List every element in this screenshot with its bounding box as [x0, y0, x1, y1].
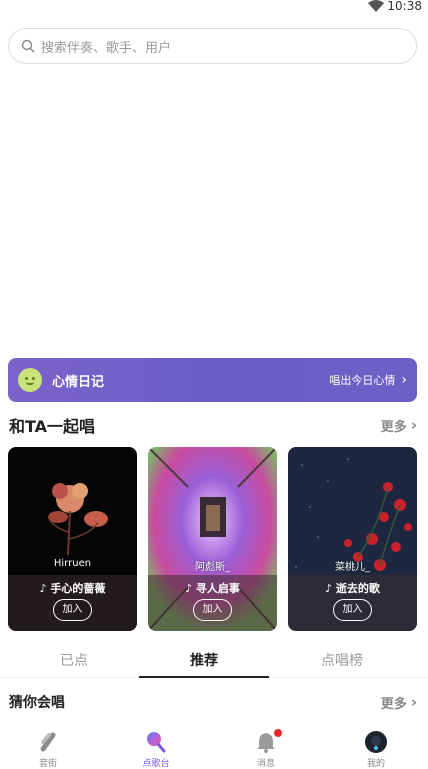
nav-label: 消息 — [256, 759, 275, 769]
more-button[interactable]: 更多 › — [381, 416, 417, 435]
mood-diary-cta-label: 唱出今日心情 — [329, 374, 396, 387]
wifi-icon — [368, 0, 384, 12]
mood-diary-title: 心情日记 — [52, 374, 105, 390]
status-time: 10:38 — [387, 0, 422, 13]
singer-name: 菜桃儿_ — [335, 562, 370, 573]
status-bar: 10:38 — [0, 0, 428, 14]
search-bar[interactable]: 搜索伴奏、歌手、用户 — [8, 28, 417, 64]
join-button[interactable]: 加入 — [193, 599, 232, 621]
section-title: 和TA一起唱 — [9, 417, 96, 436]
nav-label: 我的 — [366, 759, 385, 769]
chevron-right-icon: › — [401, 372, 407, 388]
tab-indicator — [139, 676, 269, 678]
mood-diary-cta[interactable]: 唱出今日心情 › — [329, 372, 407, 388]
more-label: 更多 — [380, 696, 407, 712]
microphone-icon — [147, 732, 166, 753]
bottom-nav: 音街 点歌台 消息 我的 — [0, 728, 428, 769]
join-button[interactable]: 加入 — [53, 599, 92, 621]
bell-icon-wrap — [255, 729, 282, 753]
tab-chart[interactable]: 点唱榜 — [277, 650, 407, 670]
guess-header: 猜你会唱 更多 › — [9, 692, 417, 712]
nav-messages[interactable]: 消息 — [236, 729, 296, 769]
duet-card[interactable]: Hirruen ♪ 手心的蔷薇 加入 — [8, 447, 137, 631]
smiley-icon — [18, 368, 42, 392]
mood-diary-banner[interactable]: 心情日记 唱出今日心情 › — [8, 358, 417, 402]
duet-card[interactable]: 阿彪斯_ ♪ 寻人启事 加入 — [148, 447, 277, 631]
tab-recommended[interactable]: 推荐 — [139, 650, 269, 670]
singer-name: Hirruen — [53, 558, 92, 569]
nav-music-street[interactable]: 音街 — [18, 731, 78, 769]
singer-name: 阿彪斯_ — [195, 562, 230, 573]
song-title: ♪ 寻人启事 — [185, 582, 240, 595]
chevron-right-icon: › — [410, 693, 417, 711]
sing-together-header: 和TA一起唱 更多 › — [9, 413, 417, 437]
search-placeholder: 搜索伴奏、歌手、用户 — [41, 40, 172, 56]
tab-ordered[interactable]: 已点 — [9, 650, 139, 670]
join-button[interactable]: 加入 — [333, 599, 372, 621]
song-title: ♪ 逝去的歌 — [325, 582, 380, 595]
nav-label: 点歌台 — [142, 759, 170, 769]
tab-bar: 已点 推荐 点唱榜 — [0, 643, 428, 678]
nav-me[interactable]: 我的 — [346, 731, 406, 769]
avatar-icon — [365, 731, 387, 753]
notification-dot — [274, 729, 282, 737]
duet-cards: Hirruen ♪ 手心的蔷薇 加入 阿彪斯_ ♪ 寻人启事 加入 菜桃儿_ ♪… — [8, 447, 418, 631]
more-button[interactable]: 更多 › — [381, 693, 417, 712]
nav-label: 音街 — [38, 759, 57, 769]
duet-card[interactable]: 菜桃儿_ ♪ 逝去的歌 加入 — [288, 447, 417, 631]
chevron-right-icon: › — [410, 416, 417, 434]
song-title: ♪ 手心的蔷薇 — [39, 582, 106, 595]
search-icon — [21, 39, 35, 53]
music-street-icon — [40, 732, 56, 752]
nav-song-desk[interactable]: 点歌台 — [126, 731, 186, 769]
section-title: 猜你会唱 — [9, 695, 65, 711]
more-label: 更多 — [380, 419, 407, 435]
